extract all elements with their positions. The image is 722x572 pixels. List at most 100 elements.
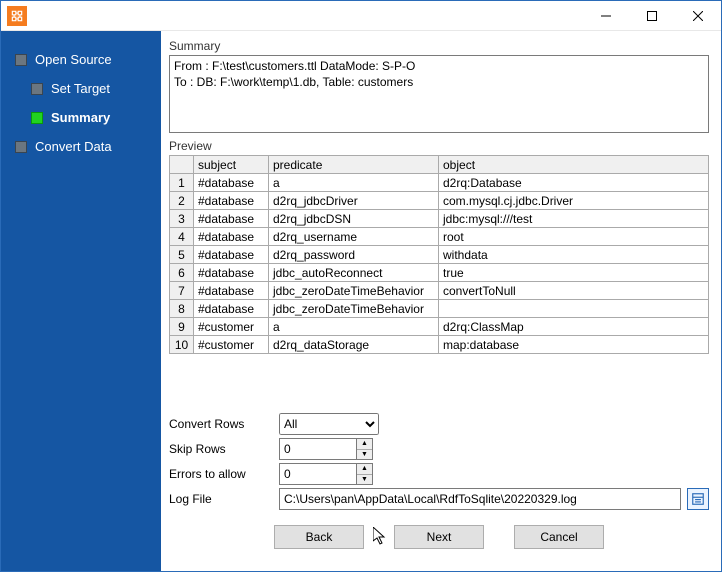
log-file-browse-button[interactable] [687,488,709,510]
convert-rows-row: Convert Rows All [169,413,709,435]
main-panel: Summary From : F:\test\customers.ttl Dat… [161,31,721,571]
table-cell: true [439,264,709,282]
options-panel: Convert Rows All Skip Rows ▲ ▼ [169,406,709,513]
table-row[interactable]: 3#databased2rq_jdbcDSNjdbc:mysql:///test [170,210,709,228]
step-box-icon [15,141,27,153]
browse-icon [691,492,705,506]
log-file-row: Log File [169,488,709,510]
table-row[interactable]: 1#databasead2rq:Database [170,174,709,192]
table-cell: #database [194,264,269,282]
table-cell: #database [194,174,269,192]
table-cell: #database [194,282,269,300]
table-row[interactable]: 7#databasejdbc_zeroDateTimeBehaviorconve… [170,282,709,300]
table-cell: #database [194,228,269,246]
table-cell: a [269,174,439,192]
table-row[interactable]: 10#customerd2rq_dataStoragemap:database [170,336,709,354]
app-window: Open Source Set Target Summary Convert D… [0,0,722,572]
skip-rows-spinner[interactable]: ▲ ▼ [279,438,373,460]
skip-rows-label: Skip Rows [169,442,279,456]
summary-heading: Summary [169,39,709,53]
column-header: object [439,156,709,174]
errors-input[interactable] [279,463,357,485]
table-row[interactable]: 6#databasejdbc_autoReconnecttrue [170,264,709,282]
row-number: 3 [170,210,194,228]
sidebar-item-set-target[interactable]: Set Target [1,74,161,103]
title-bar [1,1,721,31]
column-header: predicate [269,156,439,174]
table-row[interactable]: 5#databased2rq_passwordwithdata [170,246,709,264]
cancel-button[interactable]: Cancel [514,525,604,549]
row-number: 1 [170,174,194,192]
table-cell: com.mysql.cj.jdbc.Driver [439,192,709,210]
table-cell: withdata [439,246,709,264]
table-cell: d2rq_password [269,246,439,264]
minimize-button[interactable] [583,1,629,31]
sidebar-item-summary[interactable]: Summary [1,103,161,132]
close-icon [693,11,703,21]
preview-table-wrap: subjectpredicateobject 1#databasead2rq:D… [169,155,709,354]
row-number: 2 [170,192,194,210]
convert-rows-select[interactable]: All [279,413,379,435]
table-cell: jdbc_autoReconnect [269,264,439,282]
row-number: 9 [170,318,194,336]
spinner-up-icon[interactable]: ▲ [357,439,372,450]
table-cell: #database [194,192,269,210]
preview-table: subjectpredicateobject 1#databasead2rq:D… [169,155,709,354]
table-cell: jdbc:mysql:///test [439,210,709,228]
table-cell: #database [194,210,269,228]
spinner-down-icon[interactable]: ▼ [357,475,372,485]
sidebar-item-convert-data[interactable]: Convert Data [1,132,161,161]
table-cell: #database [194,300,269,318]
app-icon [7,6,27,26]
log-file-label: Log File [169,492,279,506]
table-row[interactable]: 8#databasejdbc_zeroDateTimeBehavior [170,300,709,318]
sidebar-item-label: Set Target [51,81,110,96]
row-number: 6 [170,264,194,282]
mouse-cursor-icon [373,527,389,547]
column-header: subject [194,156,269,174]
table-cell: d2rq:Database [439,174,709,192]
table-row[interactable]: 4#databased2rq_usernameroot [170,228,709,246]
row-number: 7 [170,282,194,300]
row-number: 5 [170,246,194,264]
step-box-icon [31,83,43,95]
table-cell: jdbc_zeroDateTimeBehavior [269,300,439,318]
table-cell: #database [194,246,269,264]
table-row[interactable]: 9#customerad2rq:ClassMap [170,318,709,336]
table-cell: #customer [194,336,269,354]
step-box-icon [15,54,27,66]
table-cell: root [439,228,709,246]
preview-heading: Preview [169,139,709,153]
maximize-icon [647,11,657,21]
table-row[interactable]: 2#databased2rq_jdbcDrivercom.mysql.cj.jd… [170,192,709,210]
table-cell: d2rq_dataStorage [269,336,439,354]
row-number: 4 [170,228,194,246]
next-button[interactable]: Next [394,525,484,549]
spinner-up-icon[interactable]: ▲ [357,464,372,475]
table-cell: jdbc_zeroDateTimeBehavior [269,282,439,300]
sidebar-item-label: Open Source [35,52,112,67]
sidebar-item-label: Summary [51,110,110,125]
table-cell: d2rq:ClassMap [439,318,709,336]
maximize-button[interactable] [629,1,675,31]
table-cell: d2rq_username [269,228,439,246]
skip-rows-input[interactable] [279,438,357,460]
step-box-icon [31,112,43,124]
row-number: 10 [170,336,194,354]
spinner-down-icon[interactable]: ▼ [357,450,372,460]
errors-label: Errors to allow [169,467,279,481]
minimize-icon [601,11,611,21]
errors-spinner[interactable]: ▲ ▼ [279,463,373,485]
sidebar-item-open-source[interactable]: Open Source [1,45,161,74]
row-number: 8 [170,300,194,318]
table-cell: d2rq_jdbcDriver [269,192,439,210]
log-file-input[interactable] [279,488,681,510]
summary-text: From : F:\test\customers.ttl DataMode: S… [169,55,709,133]
skip-rows-row: Skip Rows ▲ ▼ [169,438,709,460]
column-header-blank [170,156,194,174]
convert-rows-label: Convert Rows [169,417,279,431]
table-cell: a [269,318,439,336]
close-button[interactable] [675,1,721,31]
back-button[interactable]: Back [274,525,364,549]
errors-row: Errors to allow ▲ ▼ [169,463,709,485]
